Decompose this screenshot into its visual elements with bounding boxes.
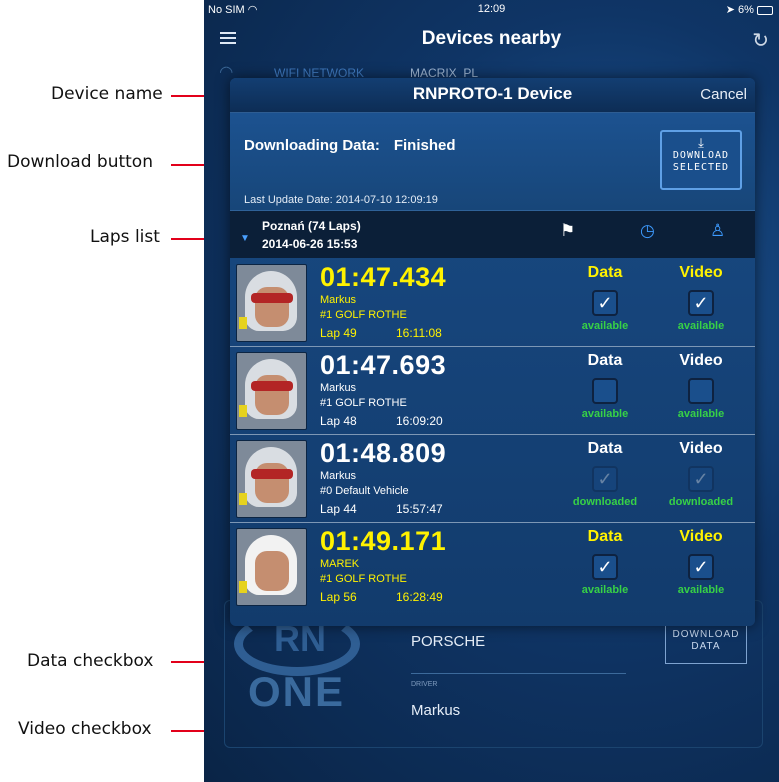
lap-row[interactable]: 01:47.434 Markus #1 GOLF ROTHE Lap 49 16:11:… xyxy=(230,258,755,347)
downloading-value: Finished xyxy=(393,137,456,154)
lap-row[interactable]: 01:49.171 MAREK #1 GOLF ROTHE Lap 56 16:28:4… xyxy=(230,522,755,610)
data-column-label: Data xyxy=(587,440,623,457)
video-checkbox[interactable]: ✓ xyxy=(688,554,714,580)
video-column-label: Video xyxy=(679,264,723,281)
video-status: downloaded xyxy=(668,496,734,508)
downloading-status: Downloading Data: Finished xyxy=(244,137,456,154)
last-update-date: Last Update Date: 2014-07-10 12:09:19 xyxy=(244,194,438,206)
session-date: 2014-06-26 15:53 xyxy=(262,237,358,251)
refresh-icon[interactable]: ↻ xyxy=(752,28,769,53)
sort-by-time-clock-icon[interactable]: ◷ xyxy=(640,221,655,241)
video-checkbox[interactable] xyxy=(688,378,714,404)
nav-bar: Devices nearby ↻ xyxy=(204,20,779,60)
video-checkbox: ✓ xyxy=(688,466,714,492)
lap-time: 01:47.693 xyxy=(320,350,447,380)
downloading-label: Downloading Data: xyxy=(244,137,380,154)
vehicle-name: #1 GOLF ROTHE xyxy=(320,573,407,585)
driver-name: Markus xyxy=(320,382,357,394)
driver-photo xyxy=(236,528,307,606)
download-status-area: Downloading Data: Finished Last Update Da… xyxy=(230,113,755,211)
data-column-label: Data xyxy=(587,352,623,369)
data-status: downloaded xyxy=(572,496,638,508)
lap-clock-time: 16:09:20 xyxy=(396,414,443,428)
sort-by-driver-user-icon[interactable]: ♙ xyxy=(710,221,725,241)
lap-number: Lap 48 xyxy=(320,414,357,428)
lap-number: Lap 49 xyxy=(320,326,357,340)
driver-photo xyxy=(236,352,307,430)
video-status: available xyxy=(677,320,725,332)
page-title: Devices nearby xyxy=(421,28,562,49)
lap-row[interactable]: 01:48.809 Markus #0 Default Vehicle Lap 44 1… xyxy=(230,434,755,523)
clock-label: 12:09 xyxy=(477,3,506,15)
callout-download-button: Download button xyxy=(7,152,153,172)
device-modal: RNPROTO-1 Device Cancel Downloading Data… xyxy=(230,78,755,626)
data-status: available xyxy=(581,408,629,420)
data-column-label: Data xyxy=(587,264,623,281)
lap-time: 01:47.434 xyxy=(320,262,447,292)
data-checkbox[interactable]: ✓ xyxy=(592,290,618,316)
laps-section-header[interactable]: ▼ Poznań (74 Laps) 2014-06-26 15:53 ⚑ ◷ … xyxy=(230,211,755,258)
lap-clock-time: 16:28:49 xyxy=(396,590,443,604)
callout-video-checkbox: Video checkbox xyxy=(18,719,152,739)
battery-indicator: ➤ 6% xyxy=(726,3,773,16)
data-column-label: Data xyxy=(587,528,623,545)
lap-row[interactable]: 01:47.693 Markus #1 GOLF ROTHE Lap 48 16:09:… xyxy=(230,346,755,435)
status-bar: No SIM ◠ 12:09 ➤ 6% xyxy=(204,0,779,20)
driver-name: Markus xyxy=(320,470,357,482)
video-checkbox[interactable]: ✓ xyxy=(688,290,714,316)
vehicle-name: #1 GOLF ROTHE xyxy=(320,309,407,321)
driver-photo xyxy=(236,264,307,342)
callout-device-name: Device name xyxy=(51,84,163,104)
data-checkbox[interactable] xyxy=(592,378,618,404)
ipad-screen: No SIM ◠ 12:09 ➤ 6% Devices nearby ↻ ◜◝ … xyxy=(204,0,779,782)
driver-name: Markus xyxy=(320,294,357,306)
driver-name: MAREK xyxy=(320,558,360,570)
location-icon: ➤ xyxy=(725,4,735,16)
video-column-label: Video xyxy=(679,440,723,457)
vehicle-name: #0 Default Vehicle xyxy=(320,485,409,497)
lap-number: Lap 44 xyxy=(320,502,357,516)
sort-by-finish-flag-icon[interactable]: ⚑ xyxy=(560,221,575,241)
data-checkbox[interactable]: ✓ xyxy=(592,554,618,580)
vehicle-name: #1 GOLF ROTHE xyxy=(320,397,407,409)
driver-photo xyxy=(236,440,307,518)
collapse-caret-icon[interactable]: ▼ xyxy=(240,233,250,244)
data-status: available xyxy=(581,584,629,596)
video-status: available xyxy=(677,408,725,420)
cancel-button[interactable]: Cancel xyxy=(700,86,747,103)
data-status: available xyxy=(581,320,629,332)
device-name: RNPROTO-1 Device xyxy=(412,84,573,103)
battery-icon xyxy=(757,5,773,15)
download-arrow-icon: ⤓ xyxy=(698,135,704,150)
callout-data-checkbox: Data checkbox xyxy=(27,651,154,671)
lap-time: 01:49.171 xyxy=(320,526,447,556)
video-status: available xyxy=(677,584,725,596)
data-checkbox: ✓ xyxy=(592,466,618,492)
lap-clock-time: 15:57:47 xyxy=(396,502,443,516)
video-column-label: Video xyxy=(679,352,723,369)
video-column-label: Video xyxy=(679,528,723,545)
lap-time: 01:48.809 xyxy=(320,438,447,468)
track-name: Poznań (74 Laps) xyxy=(262,219,361,233)
modal-header: RNPROTO-1 Device Cancel xyxy=(230,78,755,113)
lap-number: Lap 56 xyxy=(320,590,357,604)
callout-laps-list: Laps list xyxy=(90,227,160,247)
lap-clock-time: 16:11:08 xyxy=(396,326,442,340)
download-selected-button[interactable]: ⤓ DOWNLOAD SELECTED xyxy=(660,130,742,190)
